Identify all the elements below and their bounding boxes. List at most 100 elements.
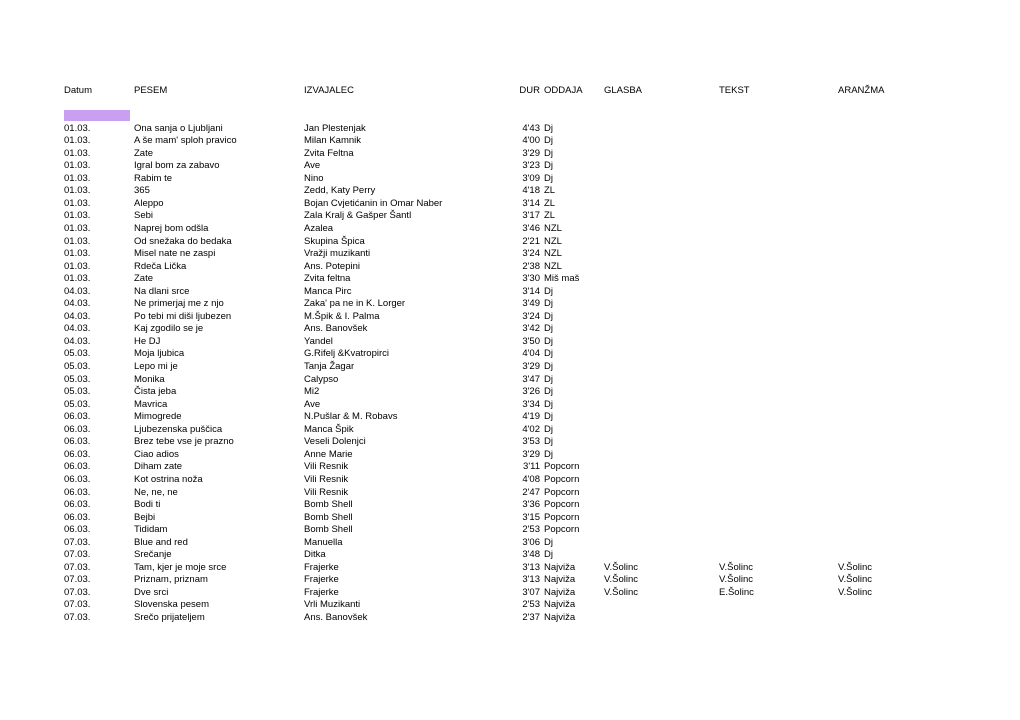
cell-tekst[interactable]: [719, 386, 838, 399]
cell-datum[interactable]: 07.03.: [64, 562, 134, 575]
cell-dur[interactable]: 3'07: [516, 587, 544, 600]
cell-izvajalec[interactable]: Yandel: [304, 336, 516, 349]
cell-datum[interactable]: 01.03.: [64, 173, 134, 186]
cell-tekst[interactable]: [719, 123, 838, 136]
cell-tekst[interactable]: [719, 223, 838, 236]
cell-oddaja[interactable]: Popcorn: [544, 524, 604, 537]
column-header-datum[interactable]: Datum: [64, 85, 134, 98]
cell-datum[interactable]: 07.03.: [64, 587, 134, 600]
cell-dur[interactable]: 3'29: [516, 361, 544, 374]
cell-pesem[interactable]: Aleppo: [134, 198, 304, 211]
cell-datum[interactable]: 01.03.: [64, 185, 134, 198]
cell-glasba[interactable]: [604, 461, 719, 474]
cell-izvajalec[interactable]: Bomb Shell: [304, 512, 516, 525]
cell-tekst[interactable]: [719, 612, 838, 625]
cell-dur[interactable]: 3'34: [516, 399, 544, 412]
cell-aranzma[interactable]: [838, 311, 948, 324]
cell-dur[interactable]: 4'02: [516, 424, 544, 437]
cell-pesem[interactable]: Rabim te: [134, 173, 304, 186]
cell-aranzma[interactable]: [838, 599, 948, 612]
cell-datum[interactable]: 01.03.: [64, 160, 134, 173]
cell-pesem[interactable]: Dve srci: [134, 587, 304, 600]
cell-dur[interactable]: 4'19: [516, 411, 544, 424]
cell-glasba[interactable]: [604, 323, 719, 336]
table-row[interactable]: 07.03. Slovenska pesem Vrli Muzikanti 2'53 N…: [64, 599, 948, 612]
cell-oddaja[interactable]: Dj: [544, 411, 604, 424]
table-row[interactable]: 01.03. Naprej bom odšla Azalea 3'46 NZL: [64, 223, 948, 236]
cell-dur[interactable]: 3'29: [516, 148, 544, 161]
cell-izvajalec[interactable]: Tanja Žagar: [304, 361, 516, 374]
cell-pesem[interactable]: Na dlani srce: [134, 286, 304, 299]
cell-oddaja[interactable]: NZL: [544, 248, 604, 261]
cell-izvajalec[interactable]: Anne Marie: [304, 449, 516, 462]
cell-glasba[interactable]: V.Šolinc: [604, 562, 719, 575]
cell-datum[interactable]: 07.03.: [64, 549, 134, 562]
cell-datum[interactable]: 01.03.: [64, 210, 134, 223]
table-row[interactable]: 07.03. Tam, kjer je moje srce Frajerke 3'13…: [64, 562, 948, 575]
cell-tekst[interactable]: [719, 512, 838, 525]
cell-datum[interactable]: 04.03.: [64, 298, 134, 311]
cell-dur[interactable]: 3'13: [516, 574, 544, 587]
cell-dur[interactable]: 3'47: [516, 374, 544, 387]
cell-tekst[interactable]: [719, 537, 838, 550]
cell-glasba[interactable]: [604, 348, 719, 361]
cell-glasba[interactable]: [604, 160, 719, 173]
cell-datum[interactable]: 06.03.: [64, 474, 134, 487]
cell-datum[interactable]: 01.03.: [64, 198, 134, 211]
cell-izvajalec[interactable]: Vili Resnik: [304, 461, 516, 474]
cell-izvajalec[interactable]: Bomb Shell: [304, 499, 516, 512]
cell-glasba[interactable]: [604, 612, 719, 625]
table-row[interactable]: 06.03. Ne, ne, ne Vili Resnik 2'47 Popcorn: [64, 487, 948, 500]
cell-datum[interactable]: 01.03.: [64, 135, 134, 148]
table-row[interactable]: 01.03. Sebi Zala Kralj & Gašper Šantl 3'17 Z…: [64, 210, 948, 223]
cell-izvajalec[interactable]: Manca Pirc: [304, 286, 516, 299]
cell-datum[interactable]: 07.03.: [64, 574, 134, 587]
cell-oddaja[interactable]: Dj: [544, 361, 604, 374]
cell-tekst[interactable]: [719, 549, 838, 562]
cell-glasba[interactable]: [604, 374, 719, 387]
cell-izvajalec[interactable]: Zedd, Katy Perry: [304, 185, 516, 198]
cell-tekst[interactable]: [719, 323, 838, 336]
cell-aranzma[interactable]: [838, 512, 948, 525]
cell-aranzma[interactable]: [838, 286, 948, 299]
cell-tekst[interactable]: [719, 361, 838, 374]
cell-aranzma[interactable]: [838, 487, 948, 500]
table-row[interactable]: 06.03. Brez tebe vse je prazno Veseli Dole…: [64, 436, 948, 449]
cell-oddaja[interactable]: Dj: [544, 173, 604, 186]
table-row[interactable]: 01.03. Rabim te Nino 3'09 Dj: [64, 173, 948, 186]
cell-glasba[interactable]: [604, 474, 719, 487]
cell-datum[interactable]: 01.03.: [64, 236, 134, 249]
cell-aranzma[interactable]: [838, 336, 948, 349]
column-header-oddaja[interactable]: ODDAJA: [544, 85, 604, 98]
cell-pesem[interactable]: Priznam, priznam: [134, 574, 304, 587]
cell-dur[interactable]: 3'36: [516, 499, 544, 512]
cell-aranzma[interactable]: [838, 436, 948, 449]
cell-datum[interactable]: 06.03.: [64, 461, 134, 474]
cell-pesem[interactable]: Ciao adios: [134, 449, 304, 462]
cell-datum[interactable]: 04.03.: [64, 286, 134, 299]
cell-datum[interactable]: 04.03.: [64, 323, 134, 336]
cell-aranzma[interactable]: [838, 524, 948, 537]
cell-glasba[interactable]: [604, 361, 719, 374]
cell-glasba[interactable]: [604, 135, 719, 148]
cell-oddaja[interactable]: Dj: [544, 286, 604, 299]
cell-pesem[interactable]: Zate: [134, 273, 304, 286]
table-row[interactable]: 06.03. Bejbi Bomb Shell 3'15 Popcorn: [64, 512, 948, 525]
cell-pesem[interactable]: Čista jeba: [134, 386, 304, 399]
table-row[interactable]: 01.03. Od snežaka do bedaka Skupina Špica 2…: [64, 236, 948, 249]
table-row[interactable]: 07.03. Srečanje Ditka 3'48 Dj: [64, 549, 948, 562]
cell-izvajalec[interactable]: Ans. Banovšek: [304, 612, 516, 625]
cell-glasba[interactable]: [604, 286, 719, 299]
cell-datum[interactable]: 01.03.: [64, 148, 134, 161]
cell-oddaja[interactable]: Popcorn: [544, 487, 604, 500]
cell-pesem[interactable]: A še mam' sploh pravico: [134, 135, 304, 148]
cell-datum[interactable]: 05.03.: [64, 374, 134, 387]
cell-aranzma[interactable]: [838, 386, 948, 399]
cell-izvajalec[interactable]: Ave: [304, 399, 516, 412]
cell-oddaja[interactable]: Dj: [544, 386, 604, 399]
cell-datum[interactable]: 06.03.: [64, 487, 134, 500]
cell-tekst[interactable]: [719, 273, 838, 286]
cell-oddaja[interactable]: Dj: [544, 549, 604, 562]
cell-tekst[interactable]: [719, 487, 838, 500]
cell-dur[interactable]: 3'17: [516, 210, 544, 223]
